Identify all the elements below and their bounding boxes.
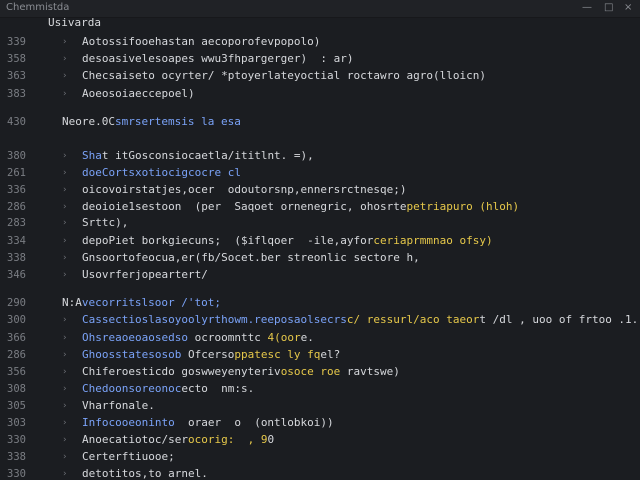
code-line[interactable]: Vharfonale. bbox=[82, 399, 155, 413]
fold-marker-icon[interactable]: › bbox=[62, 183, 67, 197]
code-line[interactable]: oicovoirstatjes,ocer odoutorsnp,ennersrc… bbox=[82, 183, 407, 197]
code-line[interactable]: Neore.0Csmrsertemsis la esa bbox=[62, 115, 241, 129]
code-line[interactable]: Anoecatiotoc/serocorig: , 90 bbox=[82, 433, 274, 447]
code-line[interactable]: depoPiet borkgiecuns; ($iflqoer -ile,ayf… bbox=[82, 234, 493, 248]
fold-marker-icon[interactable]: › bbox=[62, 416, 67, 430]
fold-marker-icon[interactable]: › bbox=[62, 52, 67, 66]
fold-marker-icon[interactable]: › bbox=[62, 234, 67, 248]
file-tab[interactable]: Usivarda bbox=[48, 16, 101, 30]
line-number: 286 bbox=[7, 201, 26, 213]
code-line[interactable]: Infocooeoninto oraer o (ontlobkoi)) bbox=[82, 416, 334, 430]
line-number: 261 bbox=[7, 167, 26, 179]
minimize-button[interactable]: — bbox=[582, 2, 592, 14]
line-number: 330 bbox=[7, 434, 26, 446]
line-number-gutter: 339 358 363 383 430 380 261 336 286 283 334 338 346 2… bbox=[0, 18, 40, 480]
code-line[interactable]: detotitos,to arnel. bbox=[82, 467, 208, 480]
line-number: 336 bbox=[7, 184, 26, 196]
code-line[interactable]: Ghoosstatesosob Ofcersoppatesc ly fqel? bbox=[82, 348, 340, 362]
fold-marker-icon[interactable]: › bbox=[62, 69, 67, 83]
line-number: 305 bbox=[7, 400, 26, 412]
fold-marker-icon[interactable]: › bbox=[62, 216, 67, 230]
line-number: 339 bbox=[7, 36, 26, 48]
line-number: 338 bbox=[7, 252, 26, 264]
fold-marker-icon[interactable]: › bbox=[62, 399, 67, 413]
line-number: 308 bbox=[7, 383, 26, 395]
code-line[interactable]: Chiferoesticdo goswweyenyterivosoce roe … bbox=[82, 365, 400, 379]
fold-marker-icon[interactable]: › bbox=[62, 149, 67, 163]
fold-marker-icon[interactable]: › bbox=[62, 433, 67, 447]
line-number: 383 bbox=[7, 88, 26, 100]
fold-marker-icon[interactable]: › bbox=[62, 467, 67, 480]
code-line[interactable]: Srttc), bbox=[82, 216, 128, 230]
code-line[interactable]: N:Avecorritslsoor /'tot; bbox=[62, 296, 221, 310]
code-line[interactable]: Checsaiseto ocyrter/ *ptoyerlateyoctial … bbox=[82, 69, 486, 83]
fold-marker-icon[interactable]: › bbox=[62, 313, 67, 327]
fold-marker-icon[interactable]: › bbox=[62, 200, 67, 214]
fold-marker-icon[interactable]: › bbox=[62, 450, 67, 464]
line-number: 363 bbox=[7, 70, 26, 82]
fold-marker-icon[interactable]: › bbox=[62, 348, 67, 362]
line-number: 366 bbox=[7, 332, 26, 344]
maximize-button[interactable]: □ bbox=[604, 2, 613, 14]
code-line[interactable]: Shat itGosconsiocaetla/ititlnt. =), bbox=[82, 149, 314, 163]
fold-marker-icon[interactable]: › bbox=[62, 251, 67, 265]
code-line[interactable]: deoioie1sestoon (per Saqoet ornenegric, … bbox=[82, 200, 519, 214]
close-button[interactable]: × bbox=[624, 2, 632, 14]
fold-marker-icon[interactable]: › bbox=[62, 35, 67, 49]
line-number: 300 bbox=[7, 314, 26, 326]
code-line[interactable]: desoasivelesoapes wwu3fhpargerger) : ar) bbox=[82, 52, 354, 66]
window-title: Chemmistda bbox=[6, 2, 70, 13]
code-line[interactable]: Cassectioslasoyoolyrthowm.reeposaolsecrs… bbox=[82, 313, 638, 327]
fold-marker-icon[interactable]: › bbox=[62, 268, 67, 282]
line-number: 330 bbox=[7, 468, 26, 480]
line-number: 346 bbox=[7, 269, 26, 281]
fold-marker-icon[interactable]: › bbox=[62, 166, 67, 180]
fold-marker-icon[interactable]: › bbox=[62, 331, 67, 345]
code-line[interactable]: Usovrferjopeartert/ bbox=[82, 268, 208, 282]
code-editor[interactable]: Usivarda 339 358 363 383 430 380 261 336 286 283 3… bbox=[0, 16, 640, 480]
fold-marker-icon[interactable]: › bbox=[62, 87, 67, 101]
line-number: 334 bbox=[7, 235, 26, 247]
line-number: 358 bbox=[7, 53, 26, 65]
fold-marker-icon[interactable]: › bbox=[62, 365, 67, 379]
code-line[interactable]: doeCortsxotiocigcocre cl bbox=[82, 166, 241, 180]
code-line[interactable]: Gnsoortofeocua,er(fb/Socet.ber streonlic… bbox=[82, 251, 420, 265]
code-line[interactable]: Ohsreaoeoaosedso ocroomnttc 4(oore. bbox=[82, 331, 314, 345]
line-number: 290 bbox=[7, 297, 26, 309]
line-number: 430 bbox=[7, 116, 26, 128]
code-line[interactable]: Chedoonsoreonocecto nm:s. bbox=[82, 382, 254, 396]
line-number: 286 bbox=[7, 349, 26, 361]
code-line[interactable]: Aoeosoiaeccepoel) bbox=[82, 87, 195, 101]
code-line[interactable]: Aotossifooehastan aecoporofevpopolo) bbox=[82, 35, 320, 49]
line-number: 303 bbox=[7, 417, 26, 429]
line-number: 356 bbox=[7, 366, 26, 378]
fold-marker-icon[interactable]: › bbox=[62, 382, 67, 396]
line-number: 283 bbox=[7, 217, 26, 229]
line-number: 380 bbox=[7, 150, 26, 162]
code-line[interactable]: Certerftiuooe; bbox=[82, 450, 175, 464]
line-number: 338 bbox=[7, 451, 26, 463]
